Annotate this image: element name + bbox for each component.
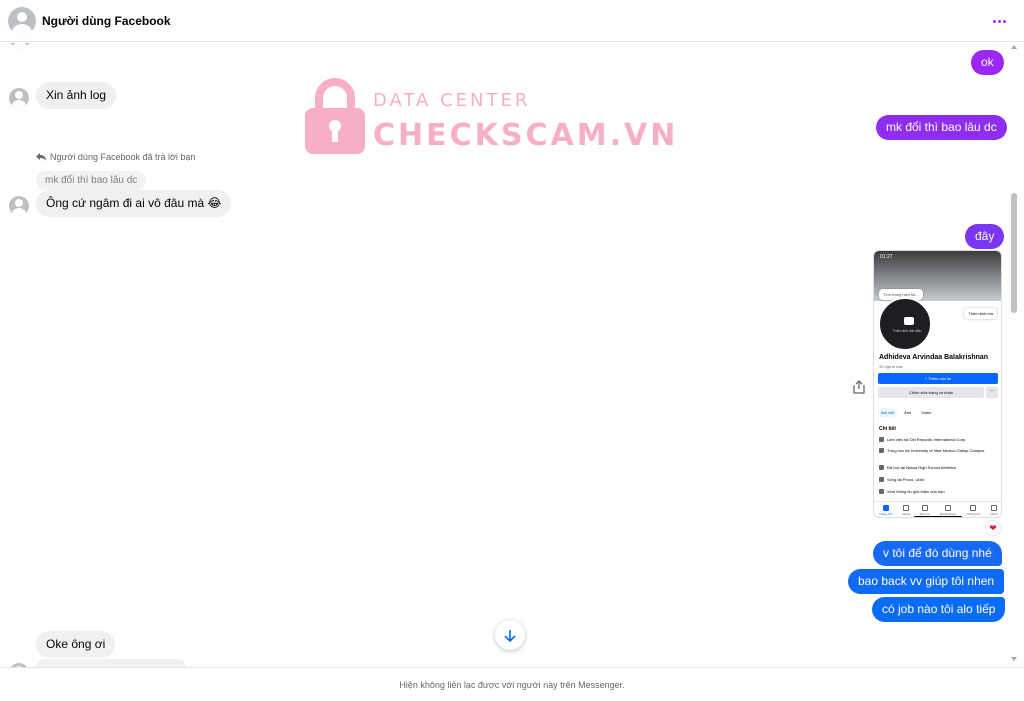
incoming-message[interactable]: Ông cứ ngâm đi ai vô đâu mà 😂 — [36, 190, 232, 217]
detail-text: Làm việc tại Old Republic International … — [887, 437, 967, 442]
tab-posts: Bài viết — [878, 408, 898, 417]
menu-icon — [991, 505, 998, 511]
profile-avatar: Thêm ảnh đại diện — [878, 297, 932, 351]
outgoing-message[interactable]: bao back vv giúp tôi nhen — [848, 569, 1005, 594]
nav-label: Menu — [990, 512, 998, 516]
dots-icon — [879, 489, 884, 494]
nav-home: Trang chủ — [879, 505, 892, 516]
incoming-message[interactable]: Oke ông ơi — [36, 631, 116, 658]
briefcase-icon — [879, 437, 884, 442]
watermark-line2: CHECKSCAM.VN — [373, 118, 679, 153]
chat-header: Người dùng Facebook — [0, 0, 1024, 42]
message-list[interactable]: DATA CENTER CHECKSCAM.VN ok Xin ảnh log … — [0, 43, 1024, 667]
chat-scrollbar[interactable] — [1009, 43, 1020, 667]
school-icon — [879, 465, 884, 470]
contact-avatar-small[interactable] — [9, 196, 29, 216]
heart-reaction-icon[interactable]: ❤ — [986, 521, 1000, 535]
details-heading: Chi tiết — [879, 426, 896, 432]
incoming-message[interactable]: Xin ảnh log — [36, 82, 117, 109]
outgoing-message[interactable]: v tôi để đó dùng nhé — [873, 541, 1002, 566]
home-icon — [879, 477, 884, 482]
scroll-to-bottom-button[interactable] — [495, 620, 525, 650]
cover-photo: 01:27 Tình trạng hiện tại... — [874, 251, 1001, 301]
profile-tabs: Bài viết Ảnh Video — [878, 408, 934, 417]
detail-row: Sống tại Provo, Utah — [879, 477, 999, 482]
more-dots-icon[interactable] — [990, 12, 1008, 30]
school-icon — [879, 448, 884, 453]
incoming-message-partial[interactable] — [36, 659, 186, 667]
edit-profile-button: Chỉnh sửa trang cá nhân — [878, 387, 984, 398]
add-story-button: + Thêm vào tin — [878, 373, 998, 384]
detail-text: Sống tại Provo, Utah — [887, 477, 924, 482]
profile-more-button: ··· — [986, 387, 998, 398]
detail-row: Đã học tại Nyssa High School Athletics — [879, 465, 999, 470]
outgoing-message[interactable]: ok — [971, 50, 1004, 75]
friends-icon — [921, 505, 928, 511]
home-icon — [882, 505, 889, 511]
detail-row: Từng học tại University of New Mexico-Ga… — [879, 448, 999, 453]
friend-count: 33 người bạn — [879, 364, 903, 369]
reply-note-text: Người dùng Facebook đã trả lời bạn — [50, 152, 196, 162]
avatar-caption: Thêm ảnh đại diện — [892, 329, 922, 333]
outgoing-message[interactable]: đây — [965, 224, 1005, 249]
arrow-down-icon — [504, 629, 516, 642]
nav-notifications: Thông báo — [966, 505, 980, 516]
shared-screenshot-image[interactable]: 01:27 Tình trạng hiện tại... Thêm ảnh bì… — [873, 250, 1002, 518]
add-cover-button: Thêm ảnh bìa — [964, 308, 997, 319]
detail-text: Xem thông tin giới thiệu của bạn — [887, 489, 945, 494]
quoted-message[interactable]: mk đổi thì bao lâu dc — [36, 171, 147, 190]
nav-menu: Menu — [990, 505, 998, 516]
nav-friends: Bạn bè — [920, 505, 930, 516]
phone-status-time: 01:27 — [880, 254, 893, 260]
nav-reels: Reels — [902, 505, 910, 516]
outgoing-message[interactable]: có job nào tôi alo tiếp — [872, 597, 1006, 622]
detail-text: Đã học tại Nyssa High School Athletics — [887, 465, 956, 470]
profile-name: Adhideva Arvindaa Balakrishnan — [879, 354, 989, 361]
checkscam-watermark: DATA CENTER CHECKSCAM.VN — [305, 76, 675, 156]
scroll-up-arrow-icon[interactable] — [1011, 45, 1017, 49]
scroll-down-arrow-icon[interactable] — [1011, 657, 1017, 661]
marketplace-icon — [944, 505, 951, 511]
tab-videos: Video — [921, 410, 932, 415]
phone-home-indicator — [914, 516, 962, 517]
composer-disabled-notice: Hiện không liên lạc được với người này t… — [0, 667, 1024, 701]
padlock-icon — [305, 78, 365, 154]
camera-icon — [904, 317, 914, 325]
nav-label: Reels — [902, 512, 911, 516]
bell-icon — [970, 505, 977, 511]
scrollbar-thumb[interactable] — [1011, 193, 1017, 313]
detail-row: Xem thông tin giới thiệu của bạn — [879, 489, 999, 494]
contact-avatar-small[interactable] — [9, 88, 29, 108]
share-icon[interactable] — [851, 379, 867, 395]
watermark-line1: DATA CENTER — [373, 90, 531, 111]
nav-marketplace: Marketplace — [940, 505, 956, 516]
reply-arrow-icon — [36, 153, 46, 161]
outgoing-message[interactable]: mk đổi thì bao lâu dc — [876, 115, 1007, 140]
contact-name[interactable]: Người dùng Facebook — [42, 14, 171, 28]
reels-icon — [903, 505, 910, 511]
reply-indicator: Người dùng Facebook đã trả lời bạn — [36, 152, 195, 162]
detail-row: Làm việc tại Old Republic International … — [879, 437, 999, 442]
tab-photos: Ảnh — [904, 410, 912, 415]
nav-label: Thông báo — [966, 512, 981, 516]
nav-label: Trang chủ — [879, 512, 893, 516]
detail-text: Từng học tại University of New Mexico-Ga… — [887, 448, 985, 453]
contact-avatar-small — [10, 43, 30, 49]
messenger-window: Người dùng Facebook DATA CENTER CHECKSCA… — [0, 0, 1024, 701]
contact-avatar[interactable] — [8, 6, 36, 35]
